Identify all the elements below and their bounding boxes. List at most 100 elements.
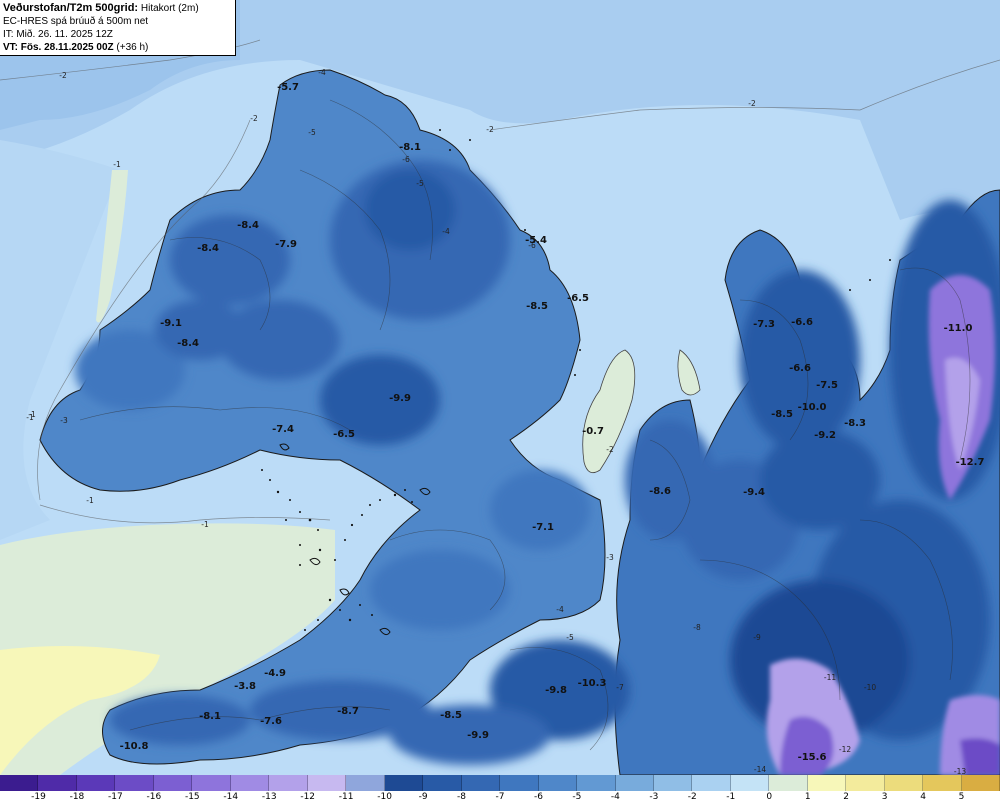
point-temperature-label: -10.3	[578, 678, 607, 689]
contour-label: -14	[754, 765, 766, 774]
legend-tick-label: -9	[418, 792, 428, 802]
contour-label: -12	[839, 745, 851, 754]
legend-tick-label: -1	[726, 792, 736, 802]
contour-label: -1	[86, 496, 94, 505]
contour-label: -4	[318, 68, 326, 77]
legend-swatch	[769, 775, 808, 791]
legend-swatch	[153, 775, 193, 791]
legend-tick-label: -12	[300, 792, 316, 802]
header-valid-time: VT: Fös. 28.11.2025 00Z	[3, 42, 114, 53]
point-temperature-label: -8.5	[771, 409, 793, 420]
point-temperature-label: -4.9	[264, 668, 286, 679]
point-temperature-label: -5.4	[525, 235, 547, 246]
legend-swatch	[269, 775, 308, 791]
legend-swatch	[230, 775, 270, 791]
point-temperature-label: -6.6	[791, 317, 813, 328]
header-model-line: EC-HRES spá brúuð á 500m net	[3, 16, 149, 27]
legend-tick-label: -14	[223, 792, 239, 802]
contour-label: -11	[824, 673, 836, 682]
point-temperature-label: -8.4	[177, 338, 199, 349]
legend-swatch	[115, 775, 154, 791]
legend-swatch	[730, 775, 770, 791]
legend-tick-label: -2	[687, 792, 697, 802]
legend-tick-label: -6	[533, 792, 543, 802]
contour-label: -9	[753, 633, 761, 642]
legend-swatch	[615, 775, 654, 791]
point-temperature-label: -8.1	[199, 711, 221, 722]
point-temperature-label: -9.8	[545, 685, 567, 696]
legend-swatch	[384, 775, 424, 791]
point-temperature-label: -7.6	[260, 716, 282, 727]
point-temperature-label: -5.7	[277, 82, 299, 93]
legend-swatch	[500, 775, 539, 791]
legend-tick-label: -15	[184, 792, 200, 802]
header-title: Veðurstofan/T2m 500grid:	[3, 2, 139, 14]
legend-swatch	[538, 775, 578, 791]
legend-tick-label: 3	[881, 792, 888, 802]
contour-label: -2	[748, 99, 756, 108]
legend-tick-label: -13	[261, 792, 277, 802]
legend-swatch	[807, 775, 847, 791]
point-temperature-label: -6.6	[789, 363, 811, 374]
legend-tick-label: 2	[843, 792, 850, 802]
point-temperature-label: -9.9	[389, 393, 411, 404]
point-temperature-label: -7.5	[816, 380, 838, 391]
contour-label: -1	[28, 410, 36, 419]
legend-tick-label: -17	[108, 792, 123, 802]
point-temperature-label: -8.4	[197, 243, 219, 254]
legend-swatch	[346, 775, 385, 791]
header-init-time: IT: Mið. 26. 11. 2025 12Z	[3, 29, 113, 40]
contour-label: -2	[250, 114, 258, 123]
point-temperature-label: -8.6	[649, 486, 671, 497]
legend-tick-label: 4	[920, 792, 926, 802]
contour-label: -6	[402, 155, 410, 164]
legend-swatch	[653, 775, 693, 791]
legend-tick-label: -7	[495, 792, 505, 802]
contour-label: -4	[556, 605, 564, 614]
point-temperature-label: -9.4	[743, 487, 765, 498]
point-temperature-label: -10.8	[120, 741, 149, 752]
point-temperature-label: -9.1	[160, 318, 182, 329]
point-temperature-label: -9.2	[814, 430, 836, 441]
contour-label: -3	[60, 416, 68, 425]
legend-swatch	[192, 775, 231, 791]
contour-label: -10	[864, 683, 876, 692]
contour-label: -4	[442, 227, 450, 236]
point-temperature-label: -15.6	[798, 752, 827, 763]
legend-tick-label: 5	[958, 792, 965, 802]
map-header: Veðurstofan/T2m 500grid: Hitakort (2m) E…	[0, 0, 236, 56]
legend-swatch	[0, 775, 39, 791]
legend-swatch	[423, 775, 462, 791]
contour-label: -1	[113, 160, 121, 169]
legend-tick-label: -4	[610, 792, 620, 802]
contour-label: -1	[201, 520, 209, 529]
legend-swatch	[846, 775, 885, 791]
header-subtitle: Hitakort (2m)	[140, 3, 199, 14]
point-temperature-label: -6.5	[567, 293, 589, 304]
contour-label: -5	[566, 633, 574, 642]
legend-swatch	[884, 775, 924, 791]
point-temperature-label: -8.7	[337, 706, 359, 717]
point-temperature-label: -7.4	[272, 424, 294, 435]
point-temperature-label: -7.9	[275, 239, 297, 250]
point-temperature-label: -0.7	[582, 426, 604, 437]
legend-tick-label: -18	[69, 792, 85, 802]
point-temperature-label: -7.1	[532, 522, 554, 533]
legend-tick-label: -11	[338, 792, 354, 802]
legend-tick-label: 1	[804, 792, 811, 802]
point-temperature-label: -9.9	[467, 730, 489, 741]
legend-ticks: -19 -18 -17 -16 -15 -14 -13 -12 -11 -10 -9 -8 -7 -6 -5…	[0, 791, 1000, 805]
legend-swatch	[307, 775, 347, 791]
legend-tick-label: -10	[377, 792, 392, 802]
contour-label: -13	[954, 767, 966, 775]
legend-swatch	[692, 775, 731, 791]
point-temperature-label: -8.5	[440, 710, 462, 721]
point-temperature-label: -6.5	[333, 429, 355, 440]
legend-swatch	[577, 775, 616, 791]
header-lead-time: (+36 h)	[116, 42, 149, 53]
contour-label: -7	[616, 683, 624, 692]
legend-swatch	[38, 775, 77, 791]
contour-label: -5	[308, 128, 316, 137]
contour-label: -2	[606, 445, 614, 454]
point-temperature-label: -8.1	[399, 142, 421, 153]
